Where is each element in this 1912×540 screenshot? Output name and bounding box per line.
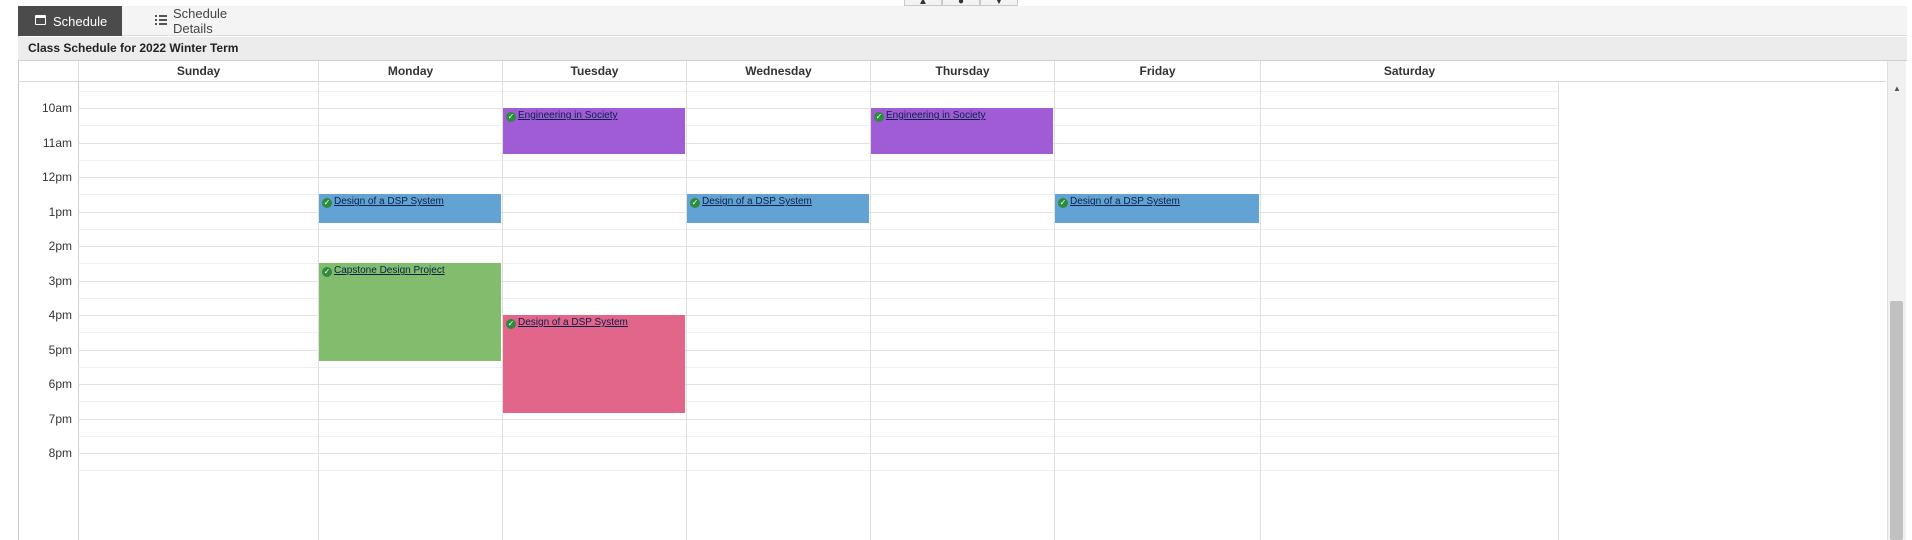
hour-gridline [78, 142, 1558, 144]
tab-schedule-details-label: Schedule Details [172, 6, 228, 36]
hour-gridline [78, 280, 1558, 282]
time-label: 7pm [48, 411, 72, 426]
time-label: 5pm [48, 342, 72, 357]
class-event[interactable]: ✓ Design of a DSP System [503, 315, 685, 413]
check-icon: ✓ [874, 112, 884, 122]
check-icon: ✓ [690, 198, 700, 209]
class-event-link[interactable]: Design of a DSP System [702, 196, 812, 207]
vertical-scrollbar[interactable]: ▲ [1887, 61, 1906, 540]
day-header-monday: Monday [318, 61, 502, 81]
class-event[interactable]: ✓ Capstone Design Project [319, 263, 501, 361]
class-event-link[interactable]: Engineering in Society [518, 110, 618, 121]
time-label: 1pm [48, 204, 72, 219]
scroll-up-arrow-icon[interactable]: ▲ [1888, 81, 1906, 97]
check-icon: ✓ [1058, 198, 1068, 209]
half-hour-gridline [78, 263, 1558, 265]
class-event[interactable]: ✓ Design of a DSP System [1055, 194, 1259, 223]
half-hour-gridline [78, 297, 1558, 299]
check-icon: ✓ [506, 112, 516, 122]
time-label: 6pm [48, 377, 72, 391]
time-label: 3pm [48, 273, 72, 288]
class-event-link[interactable]: Design of a DSP System [334, 196, 444, 207]
day-header-wednesday: Wednesday [686, 61, 870, 81]
day-column-divider [1558, 81, 1559, 540]
hour-gridline [78, 349, 1558, 351]
half-hour-gridline [78, 90, 1558, 92]
time-label: 2pm [48, 239, 72, 253]
hour-gridline [78, 246, 1558, 247]
hour-gridline [78, 315, 1558, 316]
day-column-divider [1260, 81, 1261, 540]
day-header-saturday: Saturday [1260, 61, 1558, 81]
calendar-icon [35, 15, 46, 25]
calendar-grid: ✓ Engineering in Society ✓ Engineering in S… [78, 81, 1886, 540]
half-hour-gridline [78, 125, 1558, 127]
half-hour-gridline [78, 228, 1558, 230]
day-header-sunday: Sunday [78, 61, 318, 81]
half-hour-gridline [78, 159, 1558, 161]
half-hour-gridline [78, 366, 1558, 368]
half-hour-gridline [78, 332, 1558, 334]
schedule-title: Class Schedule for 2022 Winter Term [18, 37, 1907, 61]
class-event[interactable]: ✓ Design of a DSP System [319, 194, 501, 223]
scrollbar-thumb[interactable] [1890, 301, 1903, 540]
tab-schedule[interactable]: Schedule [18, 6, 122, 36]
half-hour-gridline [78, 401, 1558, 403]
list-icon [155, 15, 167, 25]
hour-gridline [78, 108, 1558, 109]
time-label: 11am [42, 135, 72, 150]
class-event-link[interactable]: Design of a DSP System [1070, 196, 1180, 207]
hour-gridline [78, 453, 1558, 454]
hour-gridline [78, 418, 1558, 420]
time-label: 4pm [48, 308, 72, 322]
tab-schedule-details[interactable]: Schedule Details [122, 6, 262, 36]
day-column-divider [1054, 81, 1055, 540]
class-event-link[interactable]: Capstone Design Project [334, 265, 445, 276]
day-header-thursday: Thursday [870, 61, 1054, 81]
half-hour-gridline [78, 435, 1558, 437]
tab-schedule-label: Schedule [53, 13, 108, 29]
class-event[interactable]: ✓ Engineering in Society [871, 108, 1053, 154]
class-event-link[interactable]: Design of a DSP System [518, 317, 628, 328]
time-gutter: 10am 11am 12pm 1pm 2pm 3pm 4pm 5pm 6pm 7pm 8pm [18, 81, 79, 540]
hour-gridline [78, 384, 1558, 385]
time-label: 10am [41, 101, 72, 115]
class-event[interactable]: ✓ Engineering in Society [503, 108, 685, 154]
time-label: 12pm [41, 170, 72, 184]
class-event-link[interactable]: Engineering in Society [886, 110, 986, 121]
tab-bar: Schedule Schedule Details [18, 6, 1907, 36]
day-header-tuesday: Tuesday [502, 61, 686, 81]
hour-gridline [78, 177, 1558, 178]
week-calendar: Sunday Monday Tuesday Wednesday Thursday Frid… [18, 61, 1886, 540]
class-event[interactable]: ✓ Design of a DSP System [687, 194, 869, 223]
day-header-friday: Friday [1054, 61, 1260, 81]
check-icon: ✓ [322, 198, 332, 209]
check-icon: ✓ [506, 319, 516, 329]
half-hour-gridline [78, 470, 1558, 472]
day-column-divider [686, 81, 687, 540]
day-headers: Sunday Monday Tuesday Wednesday Thursday Frid… [18, 61, 1886, 82]
time-label: 8pm [48, 446, 72, 460]
check-icon: ✓ [322, 267, 332, 278]
